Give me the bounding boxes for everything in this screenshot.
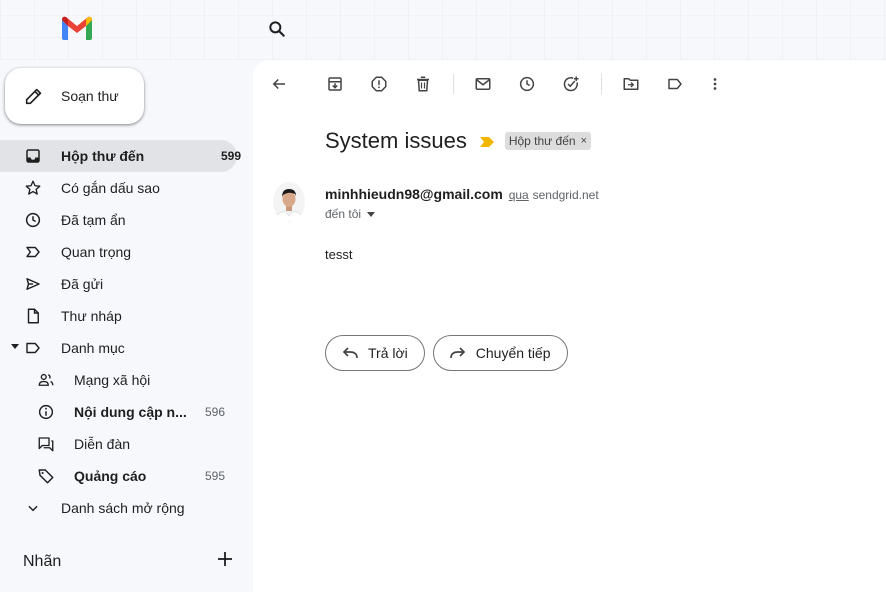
inbox-icon bbox=[24, 147, 42, 165]
caret-down-icon bbox=[367, 211, 376, 217]
compose-label: Soạn thư bbox=[61, 88, 119, 104]
reply-actions: Trả lời Chuyển tiếp bbox=[325, 335, 568, 371]
back-button[interactable] bbox=[267, 72, 291, 96]
clock-icon bbox=[519, 76, 535, 92]
info-icon bbox=[37, 403, 55, 421]
labels-section-header: Nhãn bbox=[23, 551, 233, 572]
report-spam-button[interactable] bbox=[367, 72, 391, 96]
sidebar-item-label: Mạng xã hội bbox=[74, 372, 151, 388]
archive-button[interactable] bbox=[323, 72, 347, 96]
recipient-details-toggle[interactable]: đến tôi bbox=[325, 207, 376, 221]
reply-icon bbox=[342, 347, 358, 359]
sidebar-item-inbox[interactable]: Hộp thư đến 599 bbox=[0, 140, 253, 172]
sidebar-item-social[interactable]: Mạng xã hội bbox=[0, 364, 253, 396]
sidebar-item-label: Danh sách mở rộng bbox=[61, 500, 185, 516]
reply-button[interactable]: Trả lời bbox=[325, 335, 425, 371]
sidebar-item-categories[interactable]: Danh mục bbox=[0, 332, 253, 364]
tag-icon bbox=[37, 467, 55, 485]
folder-move-icon bbox=[623, 78, 639, 90]
via-domain: sendgrid.net bbox=[532, 188, 599, 202]
caret-down-icon bbox=[11, 344, 19, 349]
snooze-button[interactable] bbox=[515, 72, 539, 96]
plus-icon bbox=[218, 552, 232, 566]
sidebar-item-more[interactable]: Danh sách mở rộng bbox=[0, 492, 253, 524]
sidebar-item-label: Quảng cáo bbox=[74, 468, 147, 484]
more-vert-icon bbox=[713, 78, 717, 90]
forum-icon bbox=[37, 435, 55, 453]
add-label-button[interactable] bbox=[217, 551, 233, 572]
sidebar-item-label: Có gắn dấu sao bbox=[61, 180, 160, 196]
search-button[interactable] bbox=[262, 14, 292, 44]
sidebar-item-forums[interactable]: Diễn đàn bbox=[0, 428, 253, 460]
gmail-logo[interactable] bbox=[60, 14, 94, 42]
message-subject: System issues bbox=[325, 128, 467, 153]
add-to-tasks-button[interactable] bbox=[559, 72, 583, 96]
sidebar-item-label: Danh mục bbox=[61, 340, 125, 356]
sidebar: Hộp thư đến 599 Có gắn dấu sao Đã tạm ẩn… bbox=[0, 140, 253, 524]
sender-avatar[interactable] bbox=[273, 182, 305, 222]
label-chip[interactable]: Hộp thư đến × bbox=[504, 132, 592, 150]
sidebar-item-label: Nội dung cập n... bbox=[74, 404, 187, 420]
toolbar-divider bbox=[453, 74, 454, 94]
report-icon bbox=[371, 76, 387, 92]
sidebar-item-label: Đã gửi bbox=[61, 276, 104, 292]
sidebar-item-drafts[interactable]: Thư nháp bbox=[0, 300, 253, 332]
trash-icon bbox=[417, 76, 429, 92]
sender-line: minhhieudn98@gmail.com qua sendgrid.net bbox=[325, 186, 599, 202]
remove-label-button[interactable]: × bbox=[581, 135, 587, 147]
more-button[interactable] bbox=[703, 72, 727, 96]
reply-label: Trả lời bbox=[368, 345, 408, 361]
mail-icon bbox=[475, 78, 491, 90]
top-bar bbox=[0, 0, 886, 60]
people-icon bbox=[37, 371, 55, 389]
sidebar-item-snoozed[interactable]: Đã tạm ẩn bbox=[0, 204, 253, 236]
sidebar-item-promotions[interactable]: Quảng cáo 595 bbox=[0, 460, 253, 492]
compose-button[interactable]: Soạn thư bbox=[5, 68, 144, 124]
forward-label: Chuyển tiếp bbox=[475, 345, 551, 361]
labels-button[interactable] bbox=[663, 72, 687, 96]
sidebar-item-label: Diễn đàn bbox=[74, 436, 131, 452]
arrow-back-icon bbox=[272, 78, 285, 90]
send-icon bbox=[24, 275, 42, 293]
important-marker-icon[interactable] bbox=[479, 128, 495, 154]
labels-title: Nhãn bbox=[23, 552, 62, 570]
archive-icon bbox=[328, 77, 342, 91]
sidebar-item-label: Hộp thư đến bbox=[61, 148, 145, 164]
add-task-icon bbox=[563, 76, 579, 92]
sidebar-item-starred[interactable]: Có gắn dấu sao bbox=[0, 172, 253, 204]
label-chip-text: Hộp thư đến bbox=[508, 134, 576, 148]
sidebar-item-sent[interactable]: Đã gửi bbox=[0, 268, 253, 300]
search-icon bbox=[269, 21, 285, 37]
toolbar-divider bbox=[601, 74, 602, 94]
message-body: tesst bbox=[325, 247, 353, 262]
star-icon bbox=[24, 179, 42, 197]
sender-email[interactable]: minhhieudn98@gmail.com bbox=[325, 186, 503, 202]
label-icon bbox=[668, 78, 682, 90]
message-toolbar bbox=[267, 72, 867, 96]
message-view: System issues Hộp thư đến × minhhieudn98… bbox=[253, 60, 886, 592]
pencil-icon bbox=[25, 88, 42, 105]
unread-count: 595 bbox=[204, 469, 225, 483]
sidebar-item-label: Đã tạm ẩn bbox=[61, 212, 126, 228]
move-to-button[interactable] bbox=[619, 72, 643, 96]
unread-count: 596 bbox=[204, 405, 225, 419]
sidebar-item-label: Quan trọng bbox=[61, 244, 132, 260]
forward-button[interactable]: Chuyển tiếp bbox=[432, 335, 568, 371]
chevron-down-icon bbox=[24, 499, 42, 517]
important-icon bbox=[24, 243, 42, 261]
draft-icon bbox=[24, 307, 42, 325]
label-icon bbox=[24, 339, 42, 357]
sidebar-item-important[interactable]: Quan trọng bbox=[0, 236, 253, 268]
recipient-label: đến tôi bbox=[325, 207, 362, 221]
clock-icon bbox=[24, 211, 42, 229]
unread-count: 599 bbox=[220, 149, 241, 163]
mark-unread-button[interactable] bbox=[471, 72, 495, 96]
sidebar-item-label: Thư nháp bbox=[61, 308, 122, 324]
sidebar-item-updates[interactable]: Nội dung cập n... 596 bbox=[0, 396, 253, 428]
via-link[interactable]: qua bbox=[509, 188, 529, 202]
message-subject-row: System issues Hộp thư đến × bbox=[325, 128, 592, 154]
forward-icon bbox=[449, 347, 465, 359]
delete-button[interactable] bbox=[411, 72, 435, 96]
